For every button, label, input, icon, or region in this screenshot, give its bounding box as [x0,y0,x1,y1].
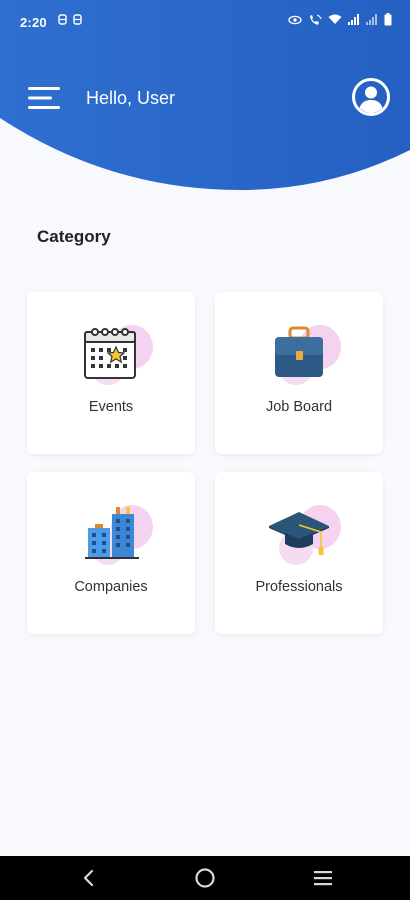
recents-lines-icon [314,871,332,886]
app-notification-icon [73,14,82,25]
category-label: Companies [74,579,148,595]
category-card-companies[interactable]: Companies [27,472,195,634]
category-label: Events [88,399,134,415]
status-time: 2:20 [20,15,47,30]
nav-recents-button[interactable] [293,856,353,900]
eye-icon [288,15,302,24]
signal-icon [348,14,359,25]
back-chevron-icon [83,869,94,887]
menu-button[interactable] [28,86,62,110]
status-bar: 2:20 [0,0,410,44]
battery-icon [384,13,392,26]
nav-back-button[interactable] [58,856,118,900]
greeting-text: Hello, User [86,88,176,108]
notification-icons [58,14,82,25]
signal-icon [366,14,377,25]
hamburger-menu-icon [28,87,60,109]
category-card-professionals[interactable]: Professionals [215,472,383,634]
calendar-icon [84,325,153,385]
app-notification-icon [58,14,67,25]
wifi-call-icon [310,13,322,25]
briefcase-icon [275,325,341,385]
section-title: Category [37,227,111,246]
wifi-icon [328,14,342,24]
category-label: Professionals [255,579,343,595]
system-navigation-bar [0,856,410,900]
graduation-cap-icon [269,505,341,565]
category-label: Job Board [265,399,333,415]
buildings-icon [85,505,153,565]
home-circle-icon [195,868,215,888]
nav-home-button[interactable] [175,856,235,900]
system-status-icons [288,13,392,26]
category-card-job-board[interactable]: Job Board [215,292,383,454]
category-card-events[interactable]: Events [27,292,195,454]
profile-button[interactable] [351,77,391,117]
user-profile-icon [352,78,390,116]
app-header: 2:20 Hello, User [0,0,410,195]
